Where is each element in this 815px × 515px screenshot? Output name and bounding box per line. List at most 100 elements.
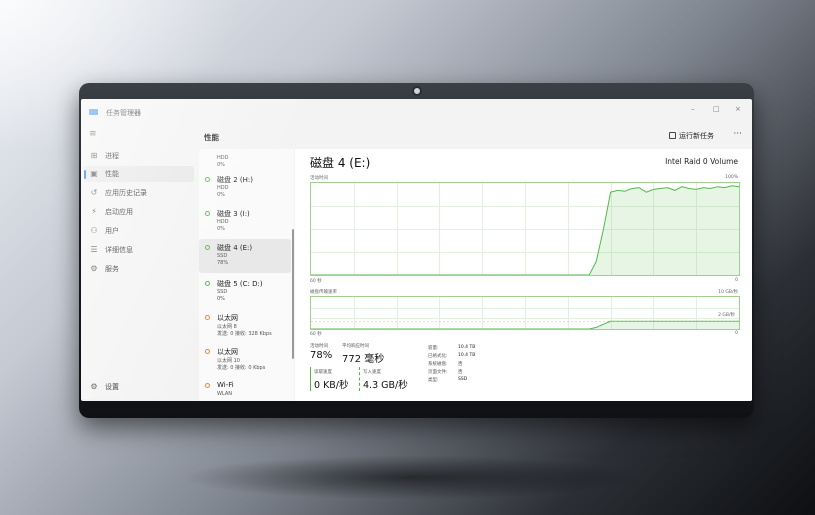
- active-time-chart: [310, 182, 740, 276]
- sidebar-item-label: 进程: [105, 152, 119, 160]
- adapter-name: 以太网 8: [217, 324, 237, 330]
- transfer-rate-chart: [310, 296, 740, 330]
- device-usage: 0%: [217, 192, 225, 198]
- device-list: HDD 0% 磁盘 2 (H:) HDD 0% 磁盘 3 (I:) HDD 0%: [199, 149, 294, 401]
- network-throughput: 发送: 0 接收: 328 Kbps: [217, 331, 272, 337]
- device-usage: 0%: [217, 296, 225, 302]
- device-usage: 0%: [217, 162, 225, 168]
- sidebar-item-startup-apps[interactable]: ⚡ 启动应用: [84, 204, 194, 220]
- webcam-icon: [412, 86, 422, 96]
- task-manager-app-icon: [89, 109, 98, 115]
- sidebar-item-label: 启动应用: [105, 208, 133, 216]
- sidebar-item-performance[interactable]: ▣ 性能: [84, 166, 194, 182]
- status-indicator-icon: [205, 383, 210, 388]
- maximize-button[interactable]: □: [713, 105, 720, 113]
- users-icon: ⚇: [90, 226, 98, 235]
- sidebar-item-label: 性能: [105, 170, 119, 178]
- sidebar-item-details[interactable]: ☰ 详细信息: [84, 242, 194, 258]
- chart-area-fill: [311, 185, 739, 275]
- write-speed-value: 4.3 GB/秒: [363, 380, 408, 391]
- title-bar: 任务管理器 – □ ×: [81, 99, 752, 125]
- status-indicator-icon: [205, 177, 210, 182]
- formatted-label: 已格式化:: [428, 354, 448, 359]
- chart-svg: [311, 320, 739, 329]
- device-name: 磁盘 5 (C: D:): [217, 280, 263, 288]
- transfer-rate-chart-min: 0: [735, 331, 738, 336]
- device-list-scrollbar[interactable]: [292, 229, 294, 359]
- status-indicator-icon: [205, 245, 210, 250]
- chart-area-fill: [311, 321, 739, 329]
- status-indicator-icon: [205, 349, 210, 354]
- minimize-button[interactable]: –: [691, 105, 695, 113]
- read-speed-indicator: [310, 367, 311, 391]
- sidebar-item-settings[interactable]: ⚙ 设置: [84, 379, 194, 395]
- monitor-shadow: [180, 455, 640, 500]
- sidebar-item-services[interactable]: ⚙ 服务: [84, 261, 194, 277]
- status-indicator-icon: [205, 211, 210, 216]
- device-item-ethernet-10[interactable]: 以太网 以太网 10 发送: 0 接收: 0 Kbps: [199, 344, 291, 376]
- write-speed-indicator: [359, 367, 360, 391]
- window-title: 任务管理器: [106, 109, 141, 117]
- sidebar-item-users[interactable]: ⚇ 用户: [84, 223, 194, 239]
- capacity-label: 容量:: [428, 346, 439, 351]
- startup-icon: ⚡: [91, 207, 97, 216]
- sidebar: ≡ ⊞ 进程 ▣ 性能 ↺ 应用历史记录 ⚡ 启动应用 ⚇ 用户 ☰ 详细信息 …: [81, 125, 196, 401]
- avg-response-value: 772 毫秒: [342, 354, 385, 365]
- device-name: 磁盘 4 (E:): [217, 244, 253, 252]
- disk-title: 磁盘 4 (E:): [310, 156, 371, 170]
- device-type: HDD: [217, 155, 229, 161]
- device-item-wifi[interactable]: Wi-Fi WLAN: [199, 378, 291, 401]
- device-item-disk-2[interactable]: 磁盘 2 (H:) HDD 0%: [199, 172, 291, 204]
- device-usage: 78%: [217, 260, 229, 266]
- active-time-chart-max: 100%: [725, 175, 738, 180]
- transfer-rate-reference: 2 GB/秒: [717, 312, 736, 318]
- run-task-icon: [669, 132, 676, 139]
- active-time-chart-time: 60 秒: [310, 279, 322, 284]
- adapter-name: 以太网 10: [217, 358, 240, 364]
- device-name: 以太网: [217, 314, 238, 322]
- details-icon: ☰: [90, 245, 98, 254]
- device-type: HDD: [217, 185, 229, 191]
- formatted-value: 10.4 TB: [458, 353, 476, 358]
- device-name: 磁盘 3 (I:): [217, 210, 250, 218]
- status-indicator-icon: [205, 315, 210, 320]
- network-throughput: 发送: 0 接收: 0 Kbps: [217, 365, 266, 371]
- device-type: SSD: [217, 289, 228, 295]
- sidebar-item-label: 服务: [105, 265, 119, 273]
- sidebar-item-processes[interactable]: ⊞ 进程: [84, 148, 194, 164]
- status-indicator-icon: [205, 281, 210, 286]
- page-title: 性能: [204, 133, 219, 142]
- sidebar-item-app-history[interactable]: ↺ 应用历史记录: [84, 185, 194, 201]
- run-new-task-button[interactable]: 运行新任务: [669, 131, 714, 141]
- capacity-value: 10.4 TB: [458, 345, 476, 350]
- active-time-stat-label: 活动时间: [310, 344, 328, 349]
- hamburger-icon[interactable]: ≡: [89, 129, 97, 139]
- sidebar-item-label: 详细信息: [105, 246, 133, 254]
- read-speed-value: 0 KB/秒: [314, 380, 349, 391]
- transfer-rate-chart-max: 10 GB/秒: [718, 290, 738, 295]
- sidebar-item-label: 用户: [105, 227, 119, 235]
- device-item-disk-3[interactable]: 磁盘 3 (I:) HDD 0%: [199, 206, 291, 238]
- active-indicator: [84, 170, 86, 179]
- avg-response-label: 平均响应时间: [342, 344, 369, 349]
- page-file-label: 页面文件:: [428, 370, 448, 375]
- device-item-disk-4[interactable]: 磁盘 4 (E:) SSD 78%: [199, 239, 291, 273]
- device-item-disk-1[interactable]: HDD 0%: [199, 149, 291, 169]
- main-content: 性能 运行新任务 ··· HDD 0% 磁盘 2 (H:) HDD 0% 磁盘 …: [196, 125, 752, 401]
- type-value: SSD: [458, 377, 468, 382]
- device-name: 以太网: [217, 348, 238, 356]
- disk-model: Intel Raid 0 Volume: [665, 157, 738, 166]
- services-icon: ⚙: [90, 264, 98, 273]
- gear-icon: ⚙: [90, 382, 98, 391]
- close-button[interactable]: ×: [735, 105, 741, 113]
- device-name: 磁盘 2 (H:): [217, 176, 253, 184]
- task-manager-window: 任务管理器 – □ × ≡ ⊞ 进程 ▣ 性能 ↺ 应用历史记录 ⚡ 启动应用 …: [81, 99, 752, 401]
- device-item-ethernet-8[interactable]: 以太网 以太网 8 发送: 0 接收: 328 Kbps: [199, 310, 291, 342]
- processes-icon: ⊞: [90, 151, 98, 160]
- device-item-disk-5[interactable]: 磁盘 5 (C: D:) SSD 0%: [199, 276, 291, 308]
- active-time-stat-value: 78%: [310, 350, 333, 361]
- disk-details-pane: 磁盘 4 (E:) Intel Raid 0 Volume 活动时间 100% …: [295, 149, 752, 401]
- system-disk-label: 系统磁盘:: [428, 362, 448, 367]
- more-options-button[interactable]: ···: [733, 129, 742, 139]
- chart-svg: [311, 185, 739, 275]
